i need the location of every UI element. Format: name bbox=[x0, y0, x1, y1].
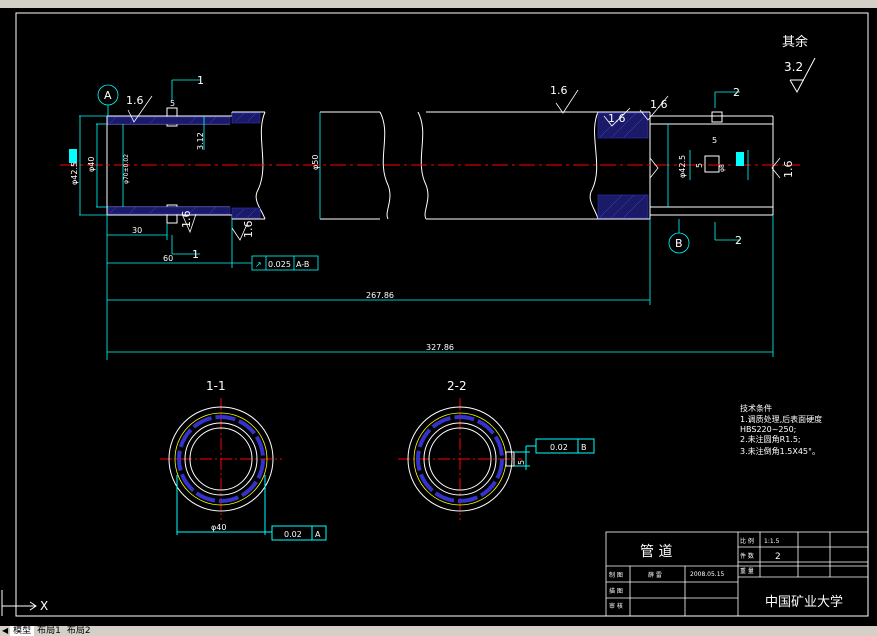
grip-right[interactable] bbox=[736, 152, 744, 166]
tech-title: 技术条件 bbox=[740, 403, 772, 413]
roughness-mark-6: 1.6 bbox=[242, 221, 255, 239]
dim-d40: φ40 bbox=[87, 157, 96, 172]
dim-len-267: 267.86 bbox=[366, 291, 394, 300]
drawing-canvas[interactable]: 其余 3.2 1.6 1.6 1.6 1.6 1.6 1.6 1.6 A B 1… bbox=[0, 8, 877, 626]
title-school: 中国矿业大学 bbox=[765, 594, 843, 610]
title-count-label: 件 数 bbox=[740, 552, 754, 560]
title-draft-label: 描 图 bbox=[609, 587, 623, 595]
section-1-label: 1-1 bbox=[206, 379, 226, 393]
dim-d425: φ42.5 bbox=[70, 162, 79, 185]
title-scale-label: 比 例 bbox=[740, 537, 754, 545]
roughness-note: 其余 bbox=[782, 34, 808, 50]
dim-d425-right: φ42.5 bbox=[678, 155, 687, 178]
roughness-mark-7: 1.6 bbox=[782, 161, 795, 179]
title-drawn-label: 制 图 bbox=[609, 571, 623, 579]
roughness-mark-3: 1.6 bbox=[608, 112, 626, 125]
sec1-tol-value: 0.02 bbox=[284, 530, 302, 539]
tab-prev-icon[interactable]: ◀ bbox=[0, 626, 10, 636]
runout-value: 0.025 bbox=[268, 260, 291, 269]
roughness-mark-5: 1.6 bbox=[180, 211, 193, 229]
runout-datum: A-B bbox=[296, 260, 309, 269]
section-mark-2-top: 2 bbox=[733, 86, 740, 99]
dim-len-60: 60 bbox=[163, 254, 173, 263]
dim-keyway-depth: 3.12 bbox=[196, 132, 205, 150]
roughness-value: 3.2 bbox=[784, 60, 803, 74]
dim-len-327: 327.86 bbox=[426, 343, 454, 352]
title-drawn-name: 薛 雷 bbox=[648, 571, 662, 579]
sec1-dim-d40: φ40 bbox=[211, 523, 226, 532]
section-mark-2-bottom: 2 bbox=[735, 234, 742, 247]
section-2-view bbox=[398, 398, 595, 520]
dim-keyway-right-len: 5 bbox=[695, 163, 704, 168]
dim-tol-hole: φ70±0.02 bbox=[123, 154, 130, 184]
section-mark-1-bottom: 1 bbox=[192, 248, 199, 261]
tab-model[interactable]: 模型 bbox=[10, 626, 35, 636]
tech-item-3: 2.未注圆角R1.5; bbox=[740, 434, 801, 444]
drawing-border bbox=[15, 12, 869, 617]
runout-symbol: ↗ bbox=[255, 260, 262, 269]
tab-layout1[interactable]: 布局1 bbox=[34, 626, 64, 636]
ucs-axis-icon bbox=[1, 590, 37, 616]
dim-small-right: φ8 bbox=[719, 164, 726, 172]
title-drawn-date: 2008.05.15 bbox=[690, 571, 725, 578]
title-count-value: 2 bbox=[775, 552, 781, 562]
title-review-label: 审 核 bbox=[609, 602, 623, 610]
roughness-mark-1: 1.6 bbox=[126, 94, 144, 107]
toolbar-strip[interactable] bbox=[0, 0, 877, 8]
section-mark-1-top: 1 bbox=[197, 74, 204, 87]
ucs-x-label: X bbox=[40, 599, 48, 613]
sec2-tol-value: 0.02 bbox=[550, 443, 568, 452]
title-part-name: 管 道 bbox=[640, 544, 672, 560]
roughness-mark-4: 1.6 bbox=[650, 98, 668, 111]
tech-item-2: HBS220~250; bbox=[740, 425, 796, 434]
title-scale-value: 1:1.5 bbox=[764, 538, 780, 545]
tab-layout2[interactable]: 布局2 bbox=[64, 626, 94, 636]
tech-item-1: 1.调质处理,后表面硬度 bbox=[740, 414, 822, 424]
datum-b-label: B bbox=[675, 237, 683, 250]
tech-requirements: 技术条件 1.调质处理,后表面硬度 HBS220~250; 2.未注圆角R1.5… bbox=[740, 403, 822, 456]
tech-item-4: 3.未注倒角1.5X45°。 bbox=[740, 446, 820, 456]
section-1-view bbox=[160, 398, 327, 541]
section-2-label: 2-2 bbox=[447, 379, 467, 393]
dim-len-30: 30 bbox=[132, 226, 142, 235]
roughness-mark-2: 1.6 bbox=[550, 84, 568, 97]
sec1-tol-datum: A bbox=[315, 530, 321, 539]
dim-keyway-w-right: 5 bbox=[712, 136, 717, 145]
dim-keyway-w: 5 bbox=[170, 99, 175, 108]
datum-a-label: A bbox=[104, 89, 112, 102]
grip-left[interactable] bbox=[69, 149, 77, 163]
dim-d50: φ50 bbox=[311, 155, 320, 170]
layout-tabs-bar: ◀ 模型 布局1 布局2 bbox=[0, 626, 877, 636]
sec2-dim-5: 5 bbox=[517, 460, 526, 465]
title-weight-label: 重 量 bbox=[740, 567, 754, 575]
sec2-tol-datum: B bbox=[581, 443, 587, 452]
